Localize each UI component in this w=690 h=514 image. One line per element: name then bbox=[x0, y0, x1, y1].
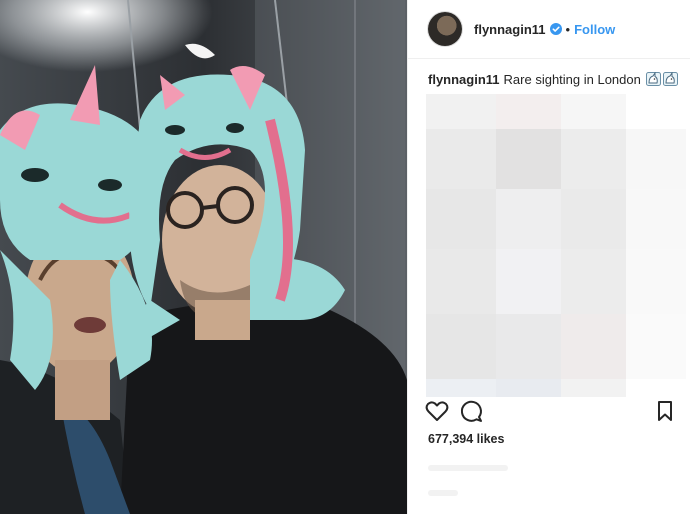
follow-button[interactable]: Follow bbox=[574, 22, 615, 37]
faint-placeholder-line bbox=[428, 490, 458, 496]
post-header: flynnagin11 • Follow bbox=[408, 0, 690, 59]
header-separator: • bbox=[565, 21, 571, 37]
likes-count[interactable]: 677,394 likes bbox=[428, 432, 504, 446]
faint-placeholder-line bbox=[428, 465, 508, 471]
post-side-panel: flynnagin11 • Follow flynnagin11 Rare sig… bbox=[407, 0, 690, 514]
blurred-comments-region bbox=[426, 94, 686, 399]
caption-username[interactable]: flynnagin11 bbox=[428, 72, 500, 87]
verified-badge-icon bbox=[549, 23, 562, 35]
bookmark-outline-icon[interactable] bbox=[652, 398, 678, 424]
post-photo[interactable] bbox=[0, 0, 407, 514]
post-username[interactable]: flynnagin11 bbox=[474, 22, 546, 37]
profile-avatar[interactable] bbox=[428, 12, 462, 46]
comment-bubble-icon[interactable] bbox=[458, 398, 484, 424]
heart-outline-icon[interactable] bbox=[424, 398, 450, 424]
instagram-post: flynnagin11 • Follow flynnagin11 Rare sig… bbox=[0, 0, 690, 514]
photo-illustration bbox=[0, 0, 407, 514]
post-actions bbox=[408, 398, 690, 428]
unicorn-icon bbox=[646, 72, 662, 86]
post-caption: flynnagin11 Rare sighting in London bbox=[428, 72, 679, 87]
caption-text: Rare sighting in London bbox=[503, 72, 641, 87]
unicorn-icon bbox=[663, 72, 679, 86]
